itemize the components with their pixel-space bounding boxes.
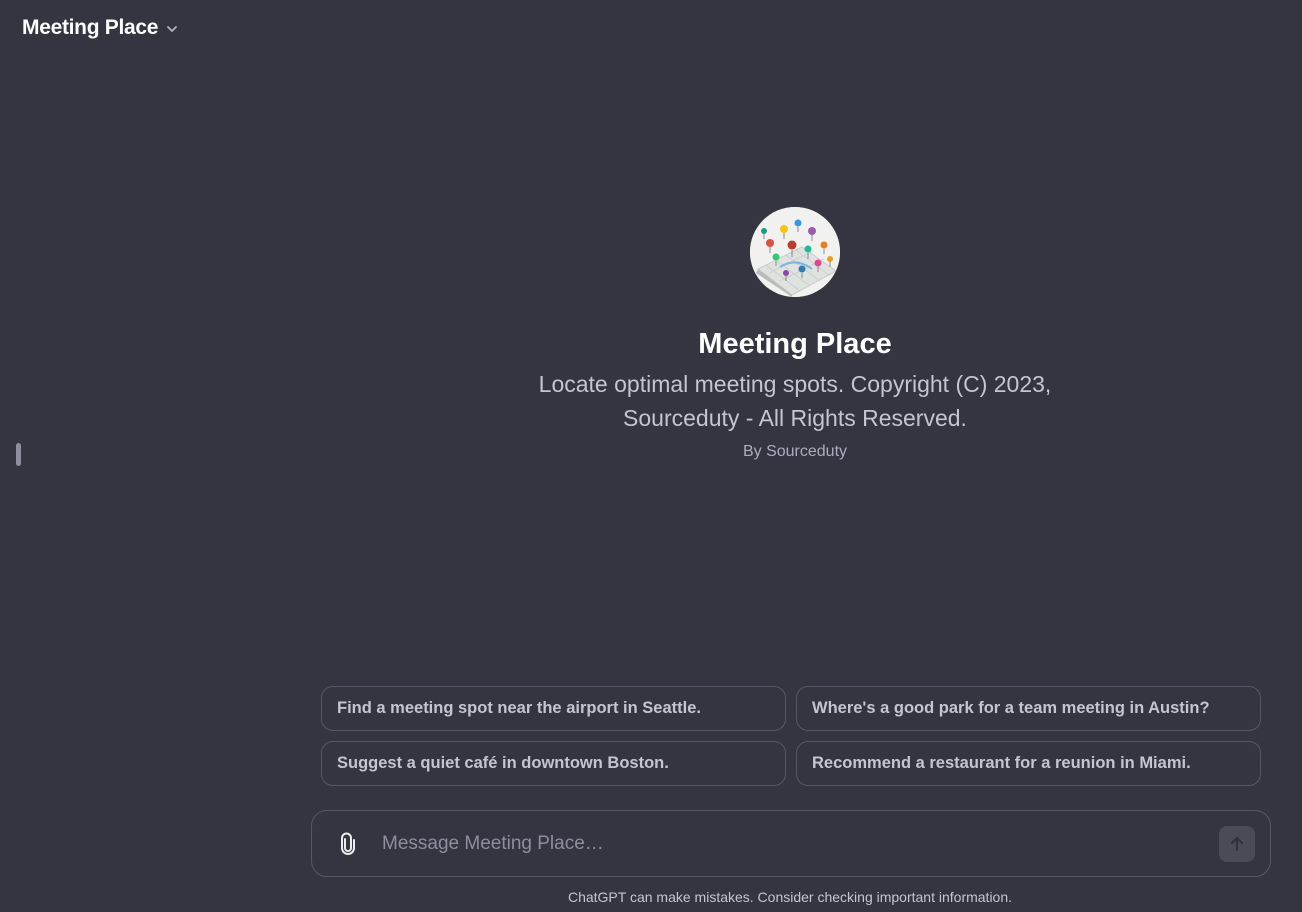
gpt-author: By Sourceduty: [742, 443, 848, 460]
header-title: Meeting Place: [22, 16, 159, 39]
message-input[interactable]: [380, 822, 1219, 865]
starter-prompt-label: Find a meeting spot near the airport in …: [337, 699, 701, 717]
send-button[interactable]: [1219, 825, 1255, 862]
message-composer: [311, 810, 1271, 877]
starter-prompts: Find a meeting spot near the airport in …: [321, 686, 1261, 786]
gpt-description: Locate optimal meeting spots. Copyright …: [538, 371, 1052, 431]
gpt-name: Meeting Place: [698, 328, 892, 360]
starter-prompt-label: Recommend a restaurant for a reunion in …: [812, 754, 1191, 772]
chevron-down-icon: [164, 21, 180, 37]
gpt-intro: Meeting Place Locate optimal meeting spo…: [310, 207, 1280, 461]
disclaimer-text: ChatGPT can make mistakes. Consider chec…: [567, 889, 1013, 905]
starter-prompt-button[interactable]: Where's a good park for a team meeting i…: [796, 686, 1261, 731]
starter-prompt-button[interactable]: Recommend a restaurant for a reunion in …: [796, 741, 1261, 786]
paperclip-icon[interactable]: [336, 832, 360, 856]
arrow-up-icon: [1228, 835, 1246, 853]
starter-prompt-label: Where's a good park for a team meeting i…: [812, 699, 1210, 717]
gpt-avatar: [750, 207, 840, 297]
sidebar-toggle-handle[interactable]: [16, 443, 21, 466]
gpt-switcher[interactable]: Meeting Place: [14, 12, 188, 44]
starter-prompt-button[interactable]: Find a meeting spot near the airport in …: [321, 686, 786, 731]
starter-prompt-button[interactable]: Suggest a quiet café in downtown Boston.: [321, 741, 786, 786]
starter-prompt-label: Suggest a quiet café in downtown Boston.: [337, 754, 669, 772]
